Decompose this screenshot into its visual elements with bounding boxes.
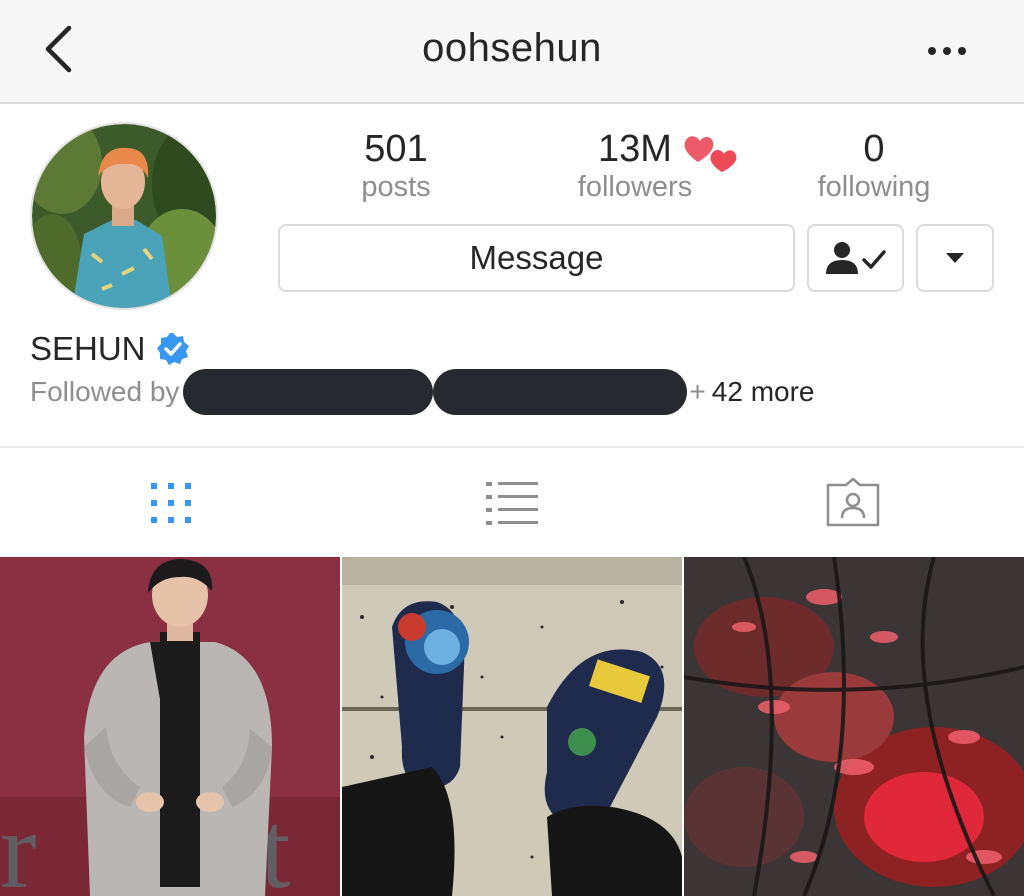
profile-full-name: SEHUN <box>30 330 146 367</box>
svg-text:r: r <box>0 789 37 896</box>
following-label: following <box>817 171 931 203</box>
redacted-username <box>433 369 688 415</box>
profile-tabs <box>0 446 1024 556</box>
photo-painted-shoes <box>342 557 682 896</box>
profile-username: oohsehun <box>422 26 602 70</box>
followed-by-prefix: Followed by <box>30 376 180 407</box>
redacted-username <box>183 369 434 415</box>
photo-red-embers <box>684 557 1024 896</box>
caret-down-icon <box>946 253 964 263</box>
grid-icon <box>150 483 191 523</box>
heart-icon <box>684 136 737 172</box>
followed-by-more: 42 more <box>711 376 815 407</box>
more-options-button[interactable] <box>922 36 972 66</box>
photo-man-in-suit: r t <box>0 557 340 896</box>
person-check-icon <box>825 242 886 274</box>
profile-full-name-row: SEHUN <box>30 330 190 368</box>
posts-stat[interactable]: 501 posts <box>296 126 496 202</box>
posts-count: 501 <box>364 128 428 170</box>
tab-list[interactable] <box>341 448 682 558</box>
posts-grid: r t <box>0 557 1024 896</box>
following-stat[interactable]: 0 following <box>774 126 974 202</box>
posts-label: posts <box>361 171 431 203</box>
ellipsis-icon <box>928 47 966 55</box>
following-count: 0 <box>863 128 885 170</box>
followed-by-row[interactable]: Followed by + 42 more <box>30 369 815 415</box>
tab-grid[interactable] <box>0 448 341 558</box>
message-button[interactable]: Message <box>278 224 795 292</box>
list-icon <box>485 482 538 525</box>
avatar-photo <box>32 124 216 308</box>
post-thumbnail[interactable]: r t <box>0 557 340 896</box>
hearts-sticker <box>682 132 744 179</box>
avatar[interactable] <box>30 122 218 310</box>
plus-sign: + <box>689 376 706 407</box>
suggestions-dropdown-button[interactable] <box>916 224 994 292</box>
post-thumbnail[interactable] <box>684 557 1024 896</box>
following-button[interactable] <box>807 224 904 292</box>
tab-tagged[interactable] <box>682 448 1023 558</box>
top-bar: oohsehun <box>0 0 1024 104</box>
tagged-person-icon <box>826 477 879 527</box>
post-thumbnail[interactable] <box>342 557 682 896</box>
verified-badge-icon <box>156 333 189 365</box>
